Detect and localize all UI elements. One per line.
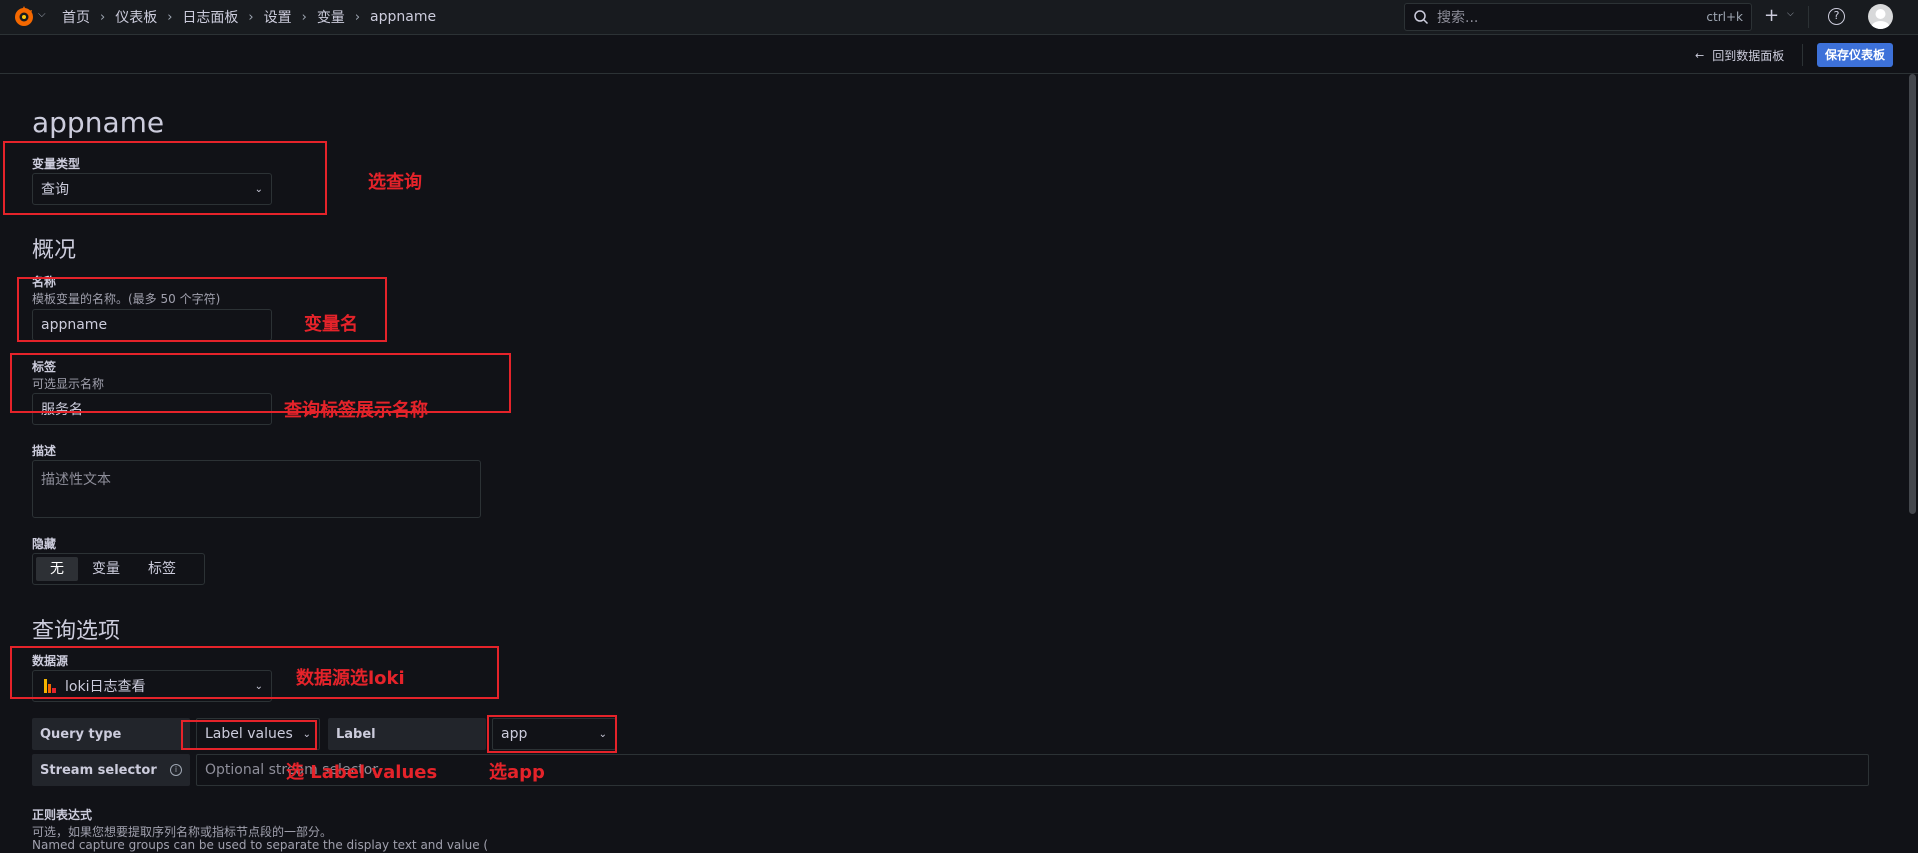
description-textarea[interactable]: 描述性文本 [32,460,481,518]
hide-option-none[interactable]: 无 [36,557,78,581]
breadcrumb-variables[interactable]: 变量 [317,7,345,27]
breadcrumb-dashboards[interactable]: 仪表板 [115,7,157,27]
page-title: appname [32,106,165,139]
help-icon[interactable]: ? [1828,8,1845,25]
avatar[interactable] [1868,4,1893,29]
hide-radio-group: 无 变量 标签 [32,553,205,585]
chevron-down-icon[interactable]: ⌵ [1787,9,1794,19]
hide-option-label[interactable]: 标签 [134,557,190,581]
chevron-right-icon: › [248,9,254,25]
divider [1808,6,1809,28]
breadcrumb-current: appname [370,9,437,25]
annotation-note: 查询标签展示名称 [284,400,428,421]
toolbar: ← 回到数据面板 保存仪表板 [0,36,1918,74]
chevron-right-icon: › [354,9,361,25]
search-placeholder: 搜索... [1437,10,1479,26]
stream-selector-input[interactable]: Optional stream selector [196,754,1869,786]
stream-selector-text: Stream selector [40,762,157,778]
chevron-right-icon: › [167,9,173,25]
search-icon [1414,10,1429,25]
save-dashboard-button[interactable]: 保存仪表板 [1817,43,1893,67]
divider [1802,44,1803,66]
overview-heading: 概况 [32,238,77,263]
user-icon [1871,9,1890,29]
annotation-box [181,720,317,750]
breadcrumb: 首页 › 仪表板 › 日志面板 › 设置 › 变量 › appname [62,7,436,27]
back-label: 回到数据面板 [1712,49,1785,63]
query-options-heading: 查询选项 [32,619,121,644]
annotation-box [10,646,499,699]
stream-selector-label: Stream selector i [32,754,190,786]
annotation-note: 变量名 [304,314,358,335]
chevron-right-icon: › [301,9,307,25]
annotation-note: 数据源选loki [296,668,405,689]
arrow-left-icon: ← [1695,49,1705,62]
scrollbar[interactable] [1907,74,1918,853]
top-navbar: ⌵ 首页 › 仪表板 › 日志面板 › 设置 › 变量 › appname 搜索… [0,0,1918,35]
breadcrumb-home[interactable]: 首页 [62,7,90,27]
annotation-note: 选app [489,762,545,783]
grafana-logo-icon[interactable] [12,5,36,29]
breadcrumb-log-panel[interactable]: 日志面板 [182,7,238,27]
annotation-note: 选 Label values [286,762,438,783]
annotation-box [10,353,511,413]
back-to-dashboard-button[interactable]: ← 回到数据面板 [1695,47,1784,64]
hide-label: 隐藏 [32,537,57,551]
chevron-right-icon: › [100,9,106,25]
plus-icon[interactable]: + [1764,5,1779,26]
label-field-label: Label [328,718,486,750]
info-icon[interactable]: i [170,764,182,776]
annotation-box [487,715,617,753]
breadcrumb-settings[interactable]: 设置 [264,7,292,27]
hide-option-variable[interactable]: 变量 [78,557,134,581]
description-label: 描述 [32,444,57,458]
description-placeholder: 描述性文本 [41,472,111,488]
annotation-box [3,141,327,215]
search-shortcut: ctrl+k [1706,10,1743,24]
regex-label: 正则表达式 [32,808,93,822]
query-type-label: Query type [32,718,190,750]
annotation-note: 选查询 [368,172,422,193]
chevron-down-icon[interactable]: ⌵ [38,9,46,20]
regex-description-2: Named capture groups can be used to sepa… [32,838,489,852]
scrollbar-thumb[interactable] [1909,74,1916,514]
search-input[interactable]: 搜索... ctrl+k [1404,3,1752,31]
